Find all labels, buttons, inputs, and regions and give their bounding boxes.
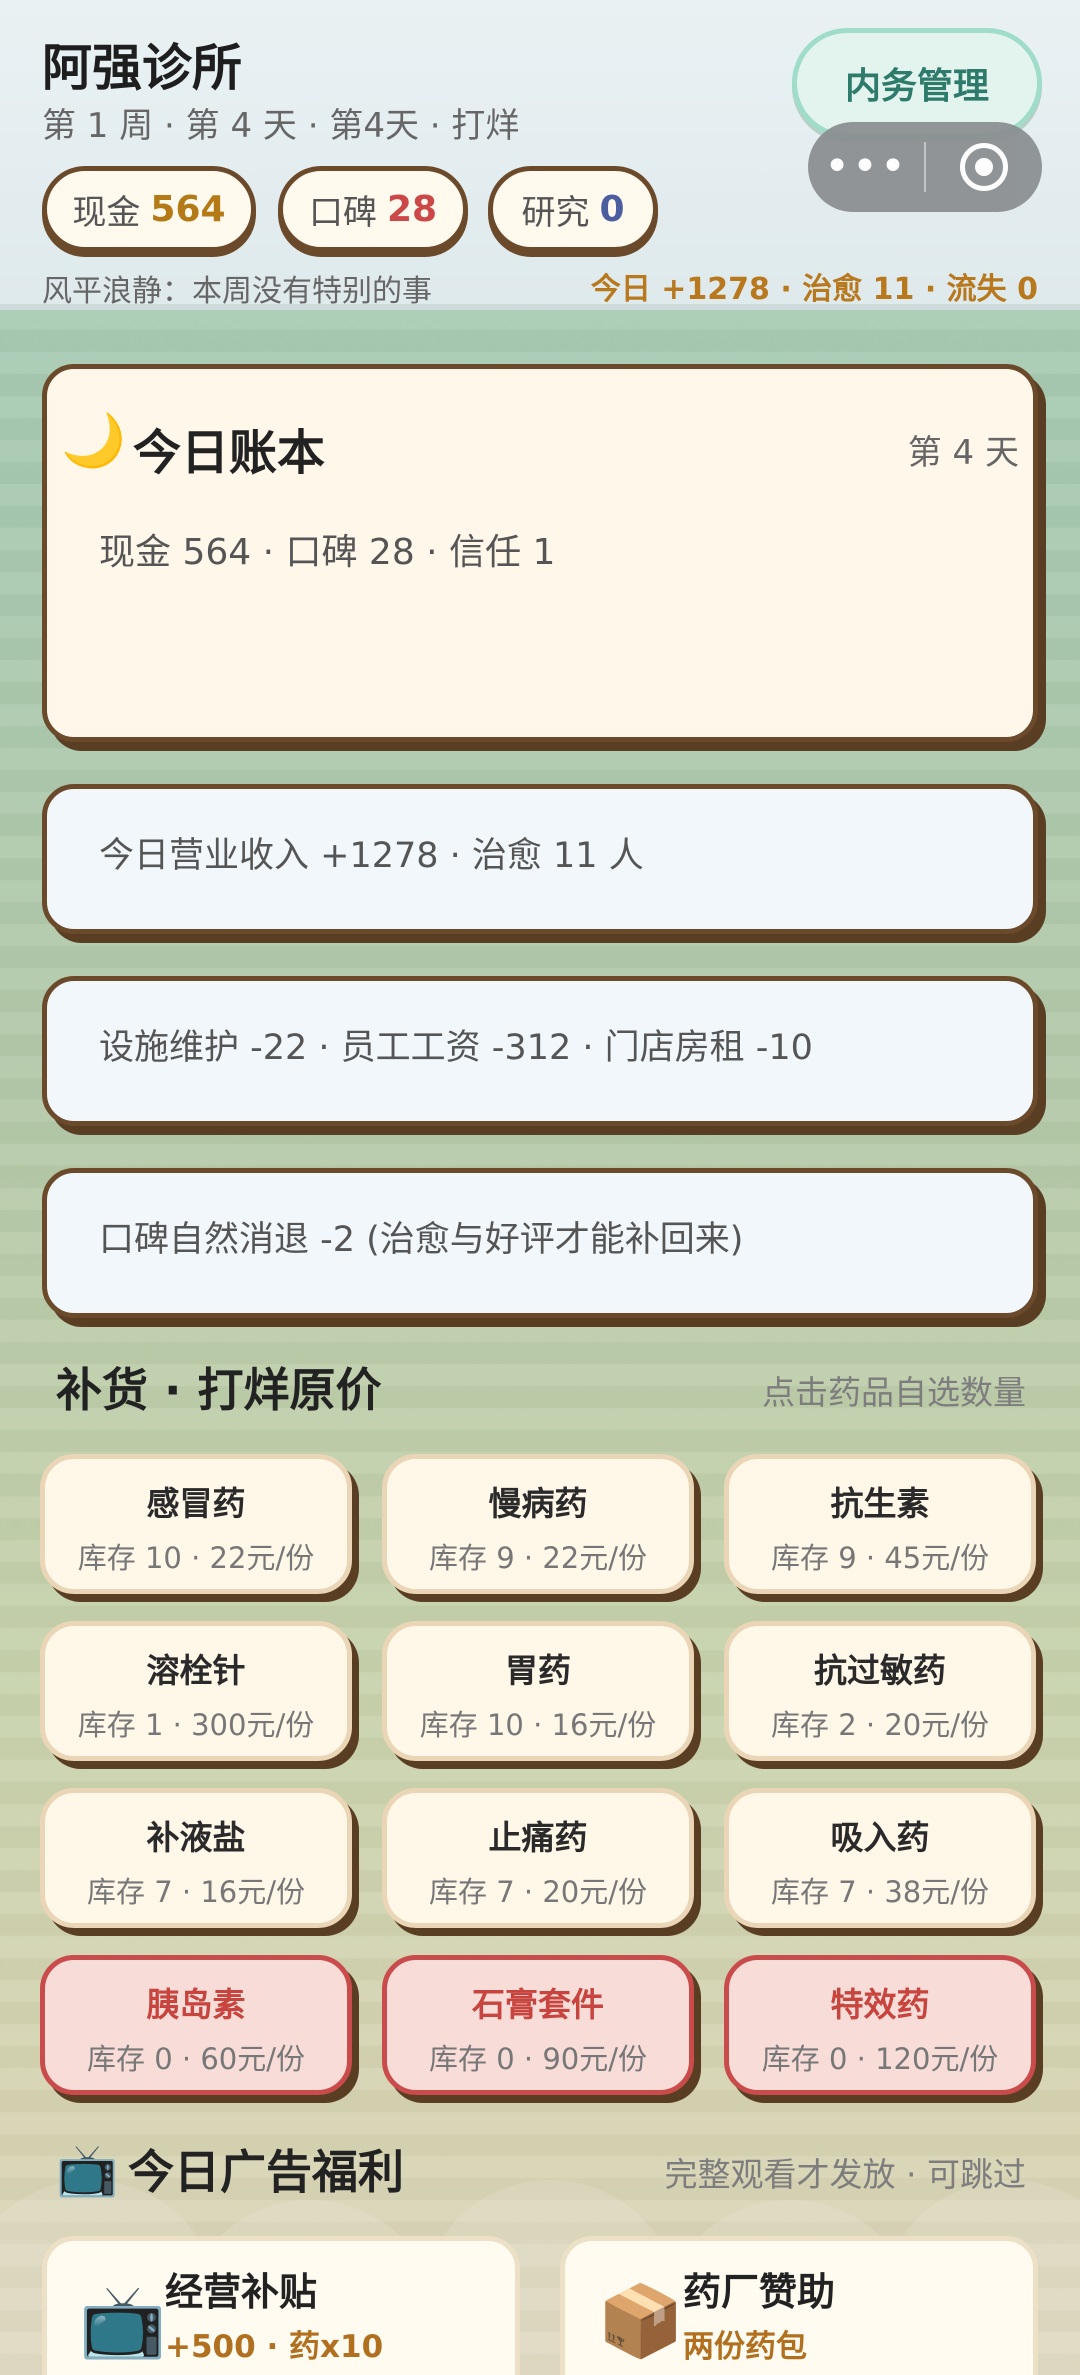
clinic-name: 阿强诊所: [42, 39, 242, 97]
ads-hint: 完整观看才发放 · 可跳过: [664, 2155, 1026, 2194]
medicine-card[interactable]: 溶栓针 库存 1 · 300元/份: [40, 1621, 352, 1761]
medicine-stock-price: 库存 7 · 16元/份: [87, 1875, 305, 1909]
reputation-label: 口碑: [308, 192, 377, 233]
medicine-name: 止痛药: [488, 1818, 588, 1857]
medicine-name: 胰岛素: [146, 1985, 246, 2024]
reputation-pill: 口碑 28: [278, 166, 468, 252]
income-card: 今日营业收入 +1278 · 治愈 11 人: [42, 784, 1038, 934]
medicine-stock-price: 库存 10 · 16元/份: [419, 1708, 657, 1742]
research-label: 研究: [521, 192, 590, 233]
medicine-name: 抗生素: [830, 1484, 930, 1523]
medicine-name: 石膏套件: [472, 1985, 604, 2024]
close-miniprogram-icon[interactable]: [926, 143, 1042, 191]
package-icon: 📦: [597, 2280, 685, 2362]
moon-icon: 🌙: [61, 411, 126, 471]
cash-label: 现金: [72, 192, 141, 233]
cash-value: 564: [150, 188, 226, 230]
today-summary: 今日 +1278 · 治愈 11 · 流失 0: [590, 272, 1038, 307]
reputation-value: 28: [386, 188, 438, 230]
expense-card: 设施维护 -22 · 员工工资 -312 · 门店房租 -10: [42, 976, 1038, 1126]
medicine-card[interactable]: 止痛药 库存 7 · 20元/份: [382, 1788, 694, 1928]
ads-title: 今日广告福利: [128, 2145, 404, 2199]
top-status-header: 阿强诊所 第 1 周 · 第 4 天 · 第4天 · 打烊 内务管理 ••• 现…: [0, 0, 1080, 310]
ad-reward-title: 经营补贴: [165, 2270, 318, 2314]
medicine-card[interactable]: 吸入药 库存 7 · 38元/份: [724, 1788, 1036, 1928]
medicine-card-out-of-stock[interactable]: 特效药 库存 0 · 120元/份: [724, 1955, 1036, 2095]
restock-hint: 点击药品自选数量: [762, 1373, 1026, 1412]
medicine-stock-price: 库存 9 · 45元/份: [771, 1541, 989, 1575]
expense-text: 设施维护 -22 · 员工工资 -312 · 门店房租 -10: [99, 1028, 813, 1068]
reputation-decay-card: 口碑自然消退 -2 (治愈与好评才能补回来): [42, 1168, 1038, 1318]
research-pill: 研究 0: [488, 166, 658, 252]
medicine-card[interactable]: 补液盐 库存 7 · 16元/份: [40, 1788, 352, 1928]
daily-ledger-card: 🌙 今日账本 第 4 天 现金 564 · 口碑 28 · 信任 1: [42, 364, 1038, 742]
ledger-summary: 现金 564 · 口碑 28 · 信任 1: [99, 532, 556, 573]
medicine-name: 特效药: [830, 1985, 930, 2024]
cash-pill: 现金 564: [42, 166, 256, 252]
medicine-card[interactable]: 慢病药 库存 9 · 22元/份: [382, 1454, 694, 1594]
restock-title: 补货 · 打烊原价: [56, 1363, 382, 1417]
medicine-stock-price: 库存 0 · 120元/份: [761, 2042, 999, 2076]
reputation-decay-text: 口碑自然消退 -2 (治愈与好评才能补回来): [99, 1220, 744, 1260]
medicine-name: 胃药: [505, 1651, 571, 1690]
medicine-name: 溶栓针: [146, 1651, 246, 1690]
medicine-name: 感冒药: [146, 1484, 246, 1523]
medicine-stock-price: 库存 7 · 38元/份: [771, 1875, 989, 1909]
medicine-stock-price: 库存 2 · 20元/份: [771, 1708, 989, 1742]
medicine-card[interactable]: 感冒药 库存 10 · 22元/份: [40, 1454, 352, 1594]
medicine-card-out-of-stock[interactable]: 胰岛素 库存 0 · 60元/份: [40, 1955, 352, 2095]
medicine-name: 慢病药: [488, 1484, 588, 1523]
medicine-stock-price: 库存 0 · 60元/份: [87, 2042, 305, 2076]
medicine-card[interactable]: 抗生素 库存 9 · 45元/份: [724, 1454, 1036, 1594]
medicine-name: 吸入药: [830, 1818, 930, 1857]
medicine-card[interactable]: 抗过敏药 库存 2 · 20元/份: [724, 1621, 1036, 1761]
research-value: 0: [599, 188, 625, 230]
income-text: 今日营业收入 +1278 · 治愈 11 人: [99, 836, 644, 876]
medicine-stock-price: 库存 10 · 22元/份: [77, 1541, 315, 1575]
ad-reward-sponsor[interactable]: 📦 药厂赞助 两份药包: [560, 2236, 1038, 2375]
weekly-event: 风平浪静：本周没有特别的事: [42, 274, 432, 309]
tv-icon: 📺: [56, 2141, 119, 2199]
mini-program-capsule: •••: [808, 122, 1042, 212]
medicine-name: 抗过敏药: [814, 1651, 946, 1690]
tv-icon: 📺: [79, 2280, 167, 2362]
ad-reward-subsidy[interactable]: 📺 经营补贴 +500 · 药x10: [42, 2236, 520, 2375]
ad-reward-subtitle: 两份药包: [683, 2329, 807, 2365]
medicine-stock-price: 库存 1 · 300元/份: [77, 1708, 315, 1742]
ledger-day: 第 4 天: [907, 433, 1019, 473]
week-day-line: 第 1 周 · 第 4 天 · 第4天 · 打烊: [42, 106, 520, 146]
more-menu-icon[interactable]: •••: [808, 122, 924, 212]
medicine-name: 补液盐: [146, 1818, 246, 1857]
medicine-card-out-of-stock[interactable]: 石膏套件 库存 0 · 90元/份: [382, 1955, 694, 2095]
ad-reward-title: 药厂赞助: [683, 2270, 836, 2314]
medicine-card[interactable]: 胃药 库存 10 · 16元/份: [382, 1621, 694, 1761]
medicine-stock-price: 库存 7 · 20元/份: [429, 1875, 647, 1909]
medicine-stock-price: 库存 0 · 90元/份: [429, 2042, 647, 2076]
ad-reward-subtitle: +500 · 药x10: [165, 2329, 384, 2365]
ledger-title: 今日账本: [133, 425, 326, 481]
medicine-stock-price: 库存 9 · 22元/份: [429, 1541, 647, 1575]
